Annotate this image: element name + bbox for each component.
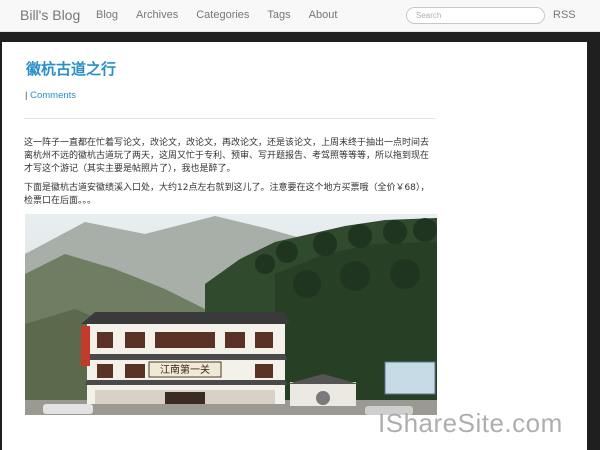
top-navbar: Bill's Blog Blog Archives Categories Tag… <box>0 0 600 32</box>
site-brand-link[interactable]: Bill's Blog <box>20 7 80 23</box>
nav-archives[interactable]: Archives <box>136 9 178 21</box>
post-meta: | Comments <box>25 90 76 101</box>
search-input[interactable] <box>406 7 545 24</box>
post-title-link[interactable]: 徽杭古道之行 <box>26 58 116 79</box>
meta-separator: | <box>25 90 28 101</box>
nav-blog[interactable]: Blog <box>96 9 118 21</box>
post-paragraph: 这一阵子一直都在忙着写论文，改论文，改论文，再改论文，还是该论文，上周末终于抽出… <box>24 138 430 174</box>
trail-entrance-photo: 江南第一关 <box>25 214 437 415</box>
nav-tags[interactable]: Tags <box>267 9 290 21</box>
main-nav: Blog Archives Categories Tags About <box>96 9 355 21</box>
gate-sign-text: 江南第一关 <box>160 363 210 376</box>
post-paragraph: 下面是徽杭古道安徽绩溪入口处，大约12点左右就到这儿了。注意要在这个地方买票哦（… <box>24 183 430 206</box>
watermark: IShareSite.com <box>378 408 563 438</box>
post-photo: 江南第一关 <box>25 214 437 415</box>
rss-link[interactable]: RSS <box>553 9 576 21</box>
content-panel: 徽杭古道之行 | Comments 这一阵子一直都在忙着写论文，改论文，改论文，… <box>2 42 587 450</box>
comments-link[interactable]: Comments <box>30 90 76 101</box>
divider <box>24 118 436 119</box>
nav-about[interactable]: About <box>309 9 338 21</box>
nav-categories[interactable]: Categories <box>196 9 249 21</box>
